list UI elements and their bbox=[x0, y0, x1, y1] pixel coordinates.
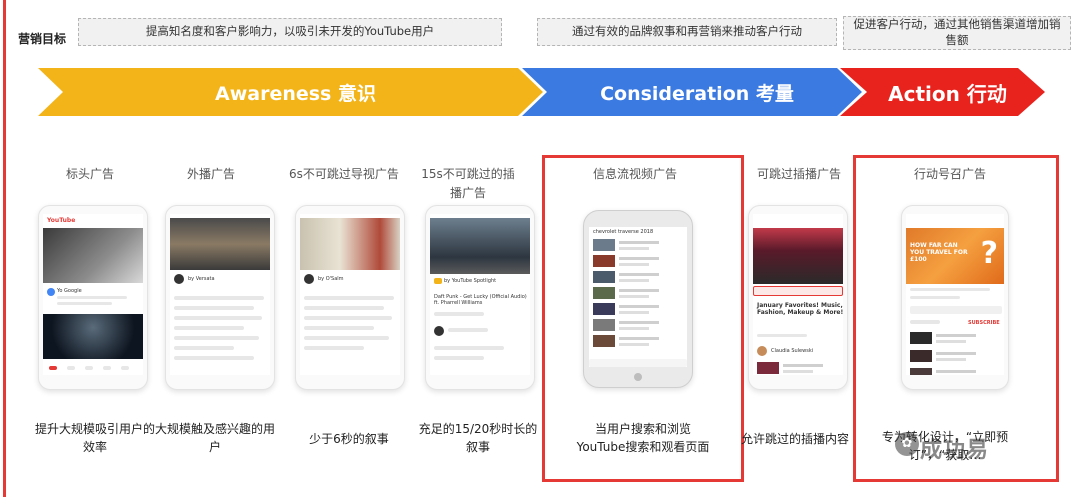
caption-discovery: 当用户搜索和浏览YouTube搜索和观看页面 bbox=[576, 422, 710, 454]
column-title-instream: 15s不可跳过的插播广告 bbox=[421, 167, 515, 200]
instream-video-thumbnail bbox=[430, 218, 530, 274]
consideration-stage-label: Consideration 考量 bbox=[600, 82, 794, 105]
masthead-video-thumbnail bbox=[43, 228, 143, 283]
awareness-goal-box: 提高知名度和客户影响力，以吸引未开发的YouTube用户 bbox=[78, 18, 502, 46]
youtube-logo: YouTube bbox=[47, 217, 76, 224]
awareness-stage-label: Awareness 意识 bbox=[215, 82, 376, 105]
trueview-video-title: January Favorites! Music, Fashion, Makeu… bbox=[757, 302, 843, 317]
masthead-sponsor: Yo Google bbox=[57, 288, 82, 294]
column-title-outstream: 外播广告 bbox=[186, 167, 235, 181]
action-goal-text: 促进客户行动，通过其他销售渠道增加销售额 bbox=[853, 17, 1061, 47]
column-title-action: 行动号召广告 bbox=[913, 167, 986, 181]
trueview-video-thumbnail bbox=[753, 228, 843, 284]
bumper-phone-mockup: by O'Salm bbox=[295, 205, 405, 390]
outstream-channel: by Versata bbox=[188, 276, 215, 282]
action-goal-box: 促进客户行动，通过其他销售渠道增加销售额 bbox=[843, 16, 1071, 50]
youtube-header: YouTube bbox=[43, 214, 143, 226]
caption-outstream: 大规模触及感兴趣的用户 bbox=[155, 422, 276, 454]
bumper-channel: by O'Salm bbox=[318, 276, 344, 282]
instream-phone-mockup: by YouTube Spotlight Daft Punk - Get Luc… bbox=[425, 205, 535, 390]
action-phone-mockup: HOW FAR CAN YOU TRAVEL FOR £100 ? SUBSCR… bbox=[901, 205, 1009, 390]
column-title-trueview: 可跳过插播广告 bbox=[756, 167, 841, 181]
caption-masthead: 提升大规模吸引用户的效率 bbox=[35, 422, 156, 454]
discovery-phone-mockup: chevrolet traverse 2018 bbox=[583, 210, 693, 388]
bumper-video-thumbnail bbox=[300, 218, 400, 270]
trueview-phone-mockup: January Favorites! Music, Fashion, Makeu… bbox=[748, 205, 848, 390]
caption-instream: 充足的15/20秒时长的叙事 bbox=[418, 422, 538, 454]
marketing-goal-label: 营销目标 bbox=[18, 32, 67, 46]
question-mark-graphic: ? bbox=[980, 236, 998, 271]
instream-channel: by YouTube Spotlight bbox=[444, 278, 497, 284]
action-ad-headline: HOW FAR CAN YOU TRAVEL FOR £100 bbox=[910, 242, 968, 264]
consideration-goal-text: 通过有效的品牌叙事和再营销来推动客户行动 bbox=[572, 24, 802, 39]
column-title-bumper: 6s不可跳过导视广告 bbox=[289, 167, 399, 181]
action-stage-arrow: Action 行动 bbox=[840, 68, 1045, 116]
action-subscribe-button[interactable]: SUBSCRIBE bbox=[968, 320, 1000, 326]
awareness-stage-arrow: Awareness 意识 bbox=[38, 68, 543, 116]
masthead-phone-mockup: YouTube Yo Google bbox=[38, 205, 148, 390]
column-title-masthead: 标头广告 bbox=[65, 167, 114, 181]
column-title-discovery: 信息流视频广告 bbox=[592, 167, 677, 181]
instream-song-title: Daft Punk - Get Lucky (Official Audio) f… bbox=[434, 294, 527, 306]
action-video-thumbnail: HOW FAR CAN YOU TRAVEL FOR £100 ? bbox=[906, 228, 1004, 284]
consideration-stage-arrow: Consideration 考量 bbox=[522, 68, 862, 116]
caption-trueview: 允许跳过的插播内容 bbox=[740, 432, 849, 446]
caption-bumper: 少于6秒的叙事 bbox=[309, 432, 389, 446]
left-accent-rule bbox=[3, 0, 6, 497]
discovery-search-header: chevrolet traverse 2018 bbox=[593, 229, 654, 235]
outstream-video-thumbnail bbox=[170, 218, 270, 270]
trueview-channel: Claudia Sulewski bbox=[771, 348, 814, 354]
awareness-goal-text: 提高知名度和客户影响力，以吸引未开发的YouTube用户 bbox=[145, 24, 435, 39]
wechat-watermark-icon: ✿ bbox=[895, 432, 919, 456]
earth-video-thumbnail bbox=[43, 314, 143, 359]
action-stage-label: Action 行动 bbox=[888, 81, 1007, 106]
watermark-text: 成功易 bbox=[920, 438, 990, 463]
consideration-goal-box: 通过有效的品牌叙事和再营销来推动客户行动 bbox=[537, 18, 837, 46]
outstream-phone-mockup: by Versata bbox=[165, 205, 275, 390]
